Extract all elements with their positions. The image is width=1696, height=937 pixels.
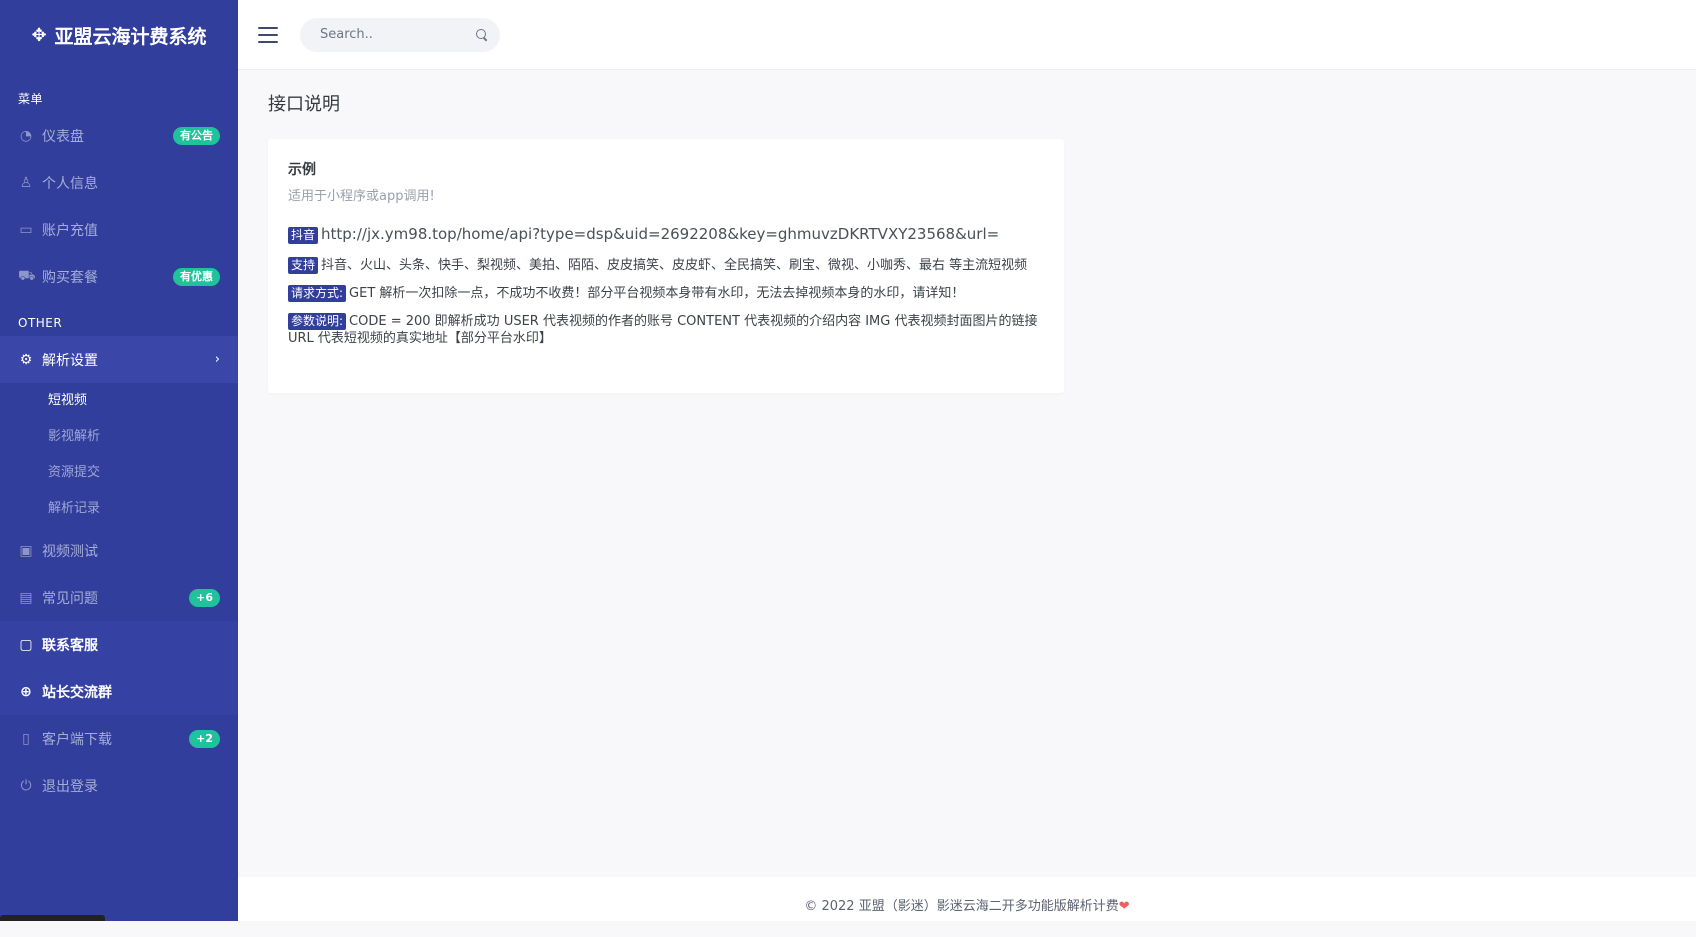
sidebar-item-video-test[interactable]: ▣ 视频测试 <box>0 527 238 574</box>
method-tag: 请求方式: <box>288 285 347 302</box>
sidebar-item-parse-settings[interactable]: ⚙ 解析设置 › <box>0 336 238 383</box>
heart-icon: ❤ <box>1118 899 1130 914</box>
brand-title: 亚盟云海计费系统 <box>54 25 207 48</box>
method-line: 请求方式: GET 解析一次扣除一点，不成功不收费！部分平台视频本身带有水印，无法… <box>288 285 1044 302</box>
sidebar-item-label: 退出登录 <box>42 778 98 795</box>
support-tag: 支持 <box>288 257 319 274</box>
sidebar-item-label: 站长交流群 <box>42 684 112 701</box>
card-title: 示例 <box>288 162 316 178</box>
sidebar-item-dashboard[interactable]: ◔ 仪表盘 有公告 <box>0 112 238 159</box>
chevron-right-icon: › <box>214 352 220 367</box>
discount-badge: 有优惠 <box>173 267 220 286</box>
sidebar-item-label: 购买套餐 <box>42 269 98 286</box>
params-text: CODE = 200 即解析成功 USER 代表视频的作者的账号 CONTENT… <box>288 314 1038 346</box>
gear-icon: ⚙ <box>19 351 33 368</box>
douyin-tag: 抖音 <box>288 227 319 244</box>
card-subtitle: 适用于小程序或app调用! <box>288 189 435 204</box>
count-badge: +2 <box>189 729 220 748</box>
method-text: GET 解析一次扣除一点，不成功不收费！部分平台视频本身带有水印，无法去掉视频本… <box>349 286 965 301</box>
brand-icon: ✥ <box>31 24 47 46</box>
sidebar-item-logout[interactable]: ⏻ 退出登录 <box>0 762 238 809</box>
file-icon: ▯ <box>22 730 30 747</box>
sidebar-subitem-movie-parse[interactable]: 影视解析 <box>0 419 238 455</box>
params-tag: 参数说明: <box>288 313 347 330</box>
sidebar-subitem-parse-records[interactable]: 解析记录 <box>0 491 238 527</box>
sidebar-item-label: 个人信息 <box>42 175 98 192</box>
top-header <box>238 0 1696 70</box>
search-box <box>300 17 500 52</box>
api-url-line: 抖音 http://jx.ym98.top/home/api?type=dsp&u… <box>288 226 1044 244</box>
sidebar-item-client-download[interactable]: ▯ 客户端下载 +2 <box>0 715 238 762</box>
page-title: 接口说明 <box>268 94 340 115</box>
credit-card-icon: ▭ <box>19 221 33 238</box>
sidebar-item-recharge[interactable]: ▭ 账户充值 <box>0 206 238 253</box>
api-doc-card: 示例 适用于小程序或app调用! 抖音 http://jx.ym98.top/ho… <box>268 139 1064 393</box>
sidebar-item-label: 常见问题 <box>42 590 98 607</box>
search-input[interactable] <box>318 26 476 43</box>
power-icon: ⏻ <box>20 777 32 794</box>
support-line: 支持 抖音、火山、头条、快手、梨视频、美拍、陌陌、皮皮搞笑、皮皮虾、全民搞笑、刷宝… <box>288 257 1044 274</box>
dashboard-icon: ◔ <box>19 127 33 144</box>
sidebar: ✥ 亚盟云海计费系统 菜单 ◔ 仪表盘 有公告 ♙ 个人信息 ▭ 账户充值 ⛟ … <box>0 0 238 921</box>
sidebar-item-label: 账户充值 <box>42 222 98 239</box>
video-icon: ▣ <box>19 542 33 559</box>
other-section-title: OTHER <box>18 316 63 330</box>
params-line: 参数说明: CODE = 200 即解析成功 USER 代表视频的作者的账号 CO… <box>288 313 1044 347</box>
plus-circle-icon: ⊕ <box>20 683 32 700</box>
cart-icon: ⛟ <box>18 267 36 284</box>
footer: © 2022 亚盟（影迷）影迷云海二开多功能版解析计费❤ <box>238 877 1696 921</box>
sidebar-item-profile[interactable]: ♙ 个人信息 <box>0 159 238 206</box>
taskbar-stub <box>0 915 105 921</box>
sidebar-item-buy-package[interactable]: ⛟ 购买套餐 有优惠 <box>0 253 238 300</box>
sidebar-item-faq[interactable]: ▤ 常见问题 +6 <box>0 574 238 621</box>
sidebar-item-label: 仪表盘 <box>42 128 84 145</box>
sidebar-item-webmaster-group[interactable]: ⊕ 站长交流群 <box>0 668 238 715</box>
search-icon[interactable] <box>476 28 488 41</box>
api-url[interactable]: http://jx.ym98.top/home/api?type=dsp&uid… <box>321 225 999 243</box>
sidebar-item-label: 视频测试 <box>42 543 98 560</box>
sidebar-subitem-resource-submit[interactable]: 资源提交 <box>0 455 238 491</box>
sidebar-subitem-short-video[interactable]: 短视频 <box>0 383 238 419</box>
footer-text: © 2022 亚盟（影迷）影迷云海二开多功能版解析计费 <box>804 899 1119 914</box>
brand-logo[interactable]: ✥ 亚盟云海计费系统 <box>0 0 238 70</box>
sidebar-item-label: 联系客服 <box>42 637 98 654</box>
chat-icon: ▢ <box>19 636 33 653</box>
book-icon: ▤ <box>19 589 33 606</box>
menu-toggle-icon[interactable] <box>258 26 278 43</box>
notice-badge: 有公告 <box>173 126 220 145</box>
sidebar-item-label: 客户端下载 <box>42 731 112 748</box>
user-icon: ♙ <box>19 174 33 191</box>
support-text: 抖音、火山、头条、快手、梨视频、美拍、陌陌、皮皮搞笑、皮皮虾、全民搞笑、刷宝、微… <box>321 258 1028 273</box>
sidebar-item-label: 解析设置 <box>42 352 98 369</box>
menu-section-title: 菜单 <box>18 92 44 106</box>
sidebar-item-contact-support[interactable]: ▢ 联系客服 <box>0 621 238 668</box>
count-badge: +6 <box>189 588 220 607</box>
